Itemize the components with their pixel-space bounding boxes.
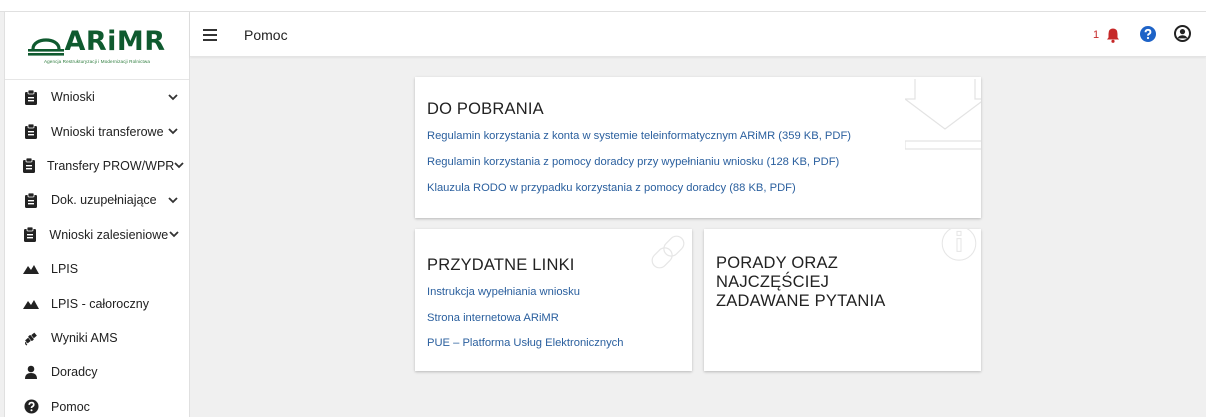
faq-title-line: NAJCZĘŚCIEJ <box>716 273 830 291</box>
sidebar-item-label: Wnioski <box>51 90 95 105</box>
page-title: Pomoc <box>244 27 288 43</box>
sidebar-item-wnioski-zalesieniowe[interactable]: Wnioski zalesieniowe <box>5 218 189 252</box>
faq-title: PORADY ORAZ NAJCZĘŚCIEJ ZADAWANE PYTANIA <box>716 254 885 311</box>
useful-links-title: PRZYDATNE LINKI <box>427 256 575 274</box>
window-top-strip <box>0 0 1206 12</box>
sidebar-item-label: Pomoc <box>51 399 90 414</box>
sidebar-item-label: Wyniki AMS <box>51 330 118 345</box>
brand-subtitle: Agencja Restrukturyzacji i Modernizacji … <box>43 58 150 64</box>
sidebar-item-transfery[interactable]: Transfery PROW/WPR <box>5 149 189 183</box>
sidebar-item-label: Transfery PROW/WPR <box>47 158 175 173</box>
sidebar-item-label: LPIS - całoroczny <box>51 296 149 311</box>
link-chain-icon <box>651 235 685 269</box>
sidebar-item-label: Wnioski transferowe <box>51 124 164 139</box>
chevron-down-icon <box>167 91 179 103</box>
sidebar-item-label: Doradcy <box>51 365 98 380</box>
sidebar-item-label: Wnioski zalesieniowe <box>49 227 169 242</box>
arimr-logo-icon <box>28 37 65 56</box>
sidebar-item-label: LPIS <box>51 262 79 277</box>
sidebar-item-dok-uzupelniajace[interactable]: Dok. uzupełniające <box>5 183 189 217</box>
link-strona-arimr[interactable]: Strona internetowa ARiMR <box>427 312 559 324</box>
download-arrow-icon <box>905 79 981 150</box>
question-circle-icon <box>23 399 39 415</box>
bell-icon[interactable] <box>1106 27 1120 43</box>
faq-title-line: ZADAWANE PYTANIA <box>716 292 886 310</box>
clipboard-icon <box>23 227 37 243</box>
useful-links-card: PRZYDATNE LINKI Instrukcja wypełniania w… <box>415 229 692 371</box>
notification-count: 1 <box>1093 29 1100 41</box>
faq-title-line: PORADY ORAZ <box>716 254 839 272</box>
sidebar-item-lpis-caloroczny[interactable]: LPIS - całoroczny <box>5 286 189 320</box>
brand-name: ARiMR <box>64 25 166 57</box>
brand-logo[interactable]: ARiMR Agencja Restrukturyzacji i Moderni… <box>5 12 189 80</box>
chevron-down-icon <box>167 194 179 206</box>
top-bar: Pomoc 1 <box>190 12 1206 57</box>
sidebar-item-doradcy[interactable]: Doradcy <box>5 355 189 389</box>
faq-card[interactable]: PORADY ORAZ NAJCZĘŚCIEJ ZADAWANE PYTANIA <box>704 229 981 371</box>
user-account-icon[interactable] <box>1174 25 1191 42</box>
sidebar: ARiMR Agencja Restrukturyzacji i Moderni… <box>4 12 190 417</box>
downloads-title: DO POBRANIA <box>427 100 544 118</box>
info-icon <box>941 229 977 261</box>
sidebar-item-wnioski-transferowe[interactable]: Wnioski transferowe <box>5 114 189 148</box>
chevron-down-icon <box>167 126 179 138</box>
help-icon[interactable] <box>1140 26 1156 42</box>
sidebar-item-lpis[interactable]: LPIS <box>5 252 189 286</box>
chevron-down-icon <box>174 160 184 172</box>
mountains-icon <box>23 296 39 312</box>
sidebar-nav: Wnioski Wnioski transferowe Transfery PR… <box>5 80 189 417</box>
download-link-regulamin-doradcy[interactable]: Regulamin korzystania z pomocy doradcy p… <box>427 156 839 168</box>
chevron-down-icon <box>168 229 179 241</box>
download-link-klauzula-rodo[interactable]: Klauzula RODO w przypadku korzystania z … <box>427 182 796 194</box>
sidebar-item-pomoc[interactable]: Pomoc <box>5 390 189 417</box>
user-icon <box>23 364 39 380</box>
link-instrukcja[interactable]: Instrukcja wypełniania wniosku <box>427 286 580 298</box>
clipboard-icon <box>23 158 35 174</box>
sidebar-item-wnioski[interactable]: Wnioski <box>5 80 189 114</box>
clipboard-icon <box>23 124 39 140</box>
link-pue[interactable]: PUE – Platforma Usług Elektronicznych <box>427 337 623 349</box>
satellite-icon <box>23 330 39 346</box>
downloads-card: DO POBRANIA Regulamin korzystania z kont… <box>415 77 981 218</box>
menu-toggle-icon[interactable] <box>203 29 217 41</box>
clipboard-icon <box>23 192 39 208</box>
sidebar-item-wyniki-ams[interactable]: Wyniki AMS <box>5 321 189 355</box>
clipboard-icon <box>23 89 39 105</box>
mountains-icon <box>23 261 39 277</box>
download-link-regulamin-konta[interactable]: Regulamin korzystania z konta w systemie… <box>427 130 851 142</box>
sidebar-item-label: Dok. uzupełniające <box>51 193 157 208</box>
